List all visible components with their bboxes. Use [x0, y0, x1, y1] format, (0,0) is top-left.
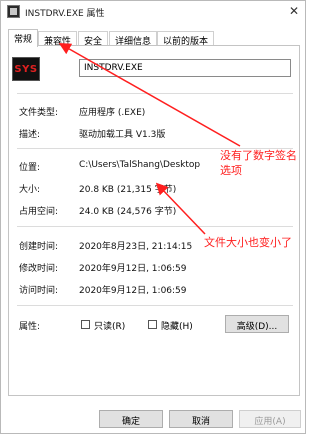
file-icon: SYS	[12, 57, 40, 81]
hidden-checkbox[interactable]	[148, 320, 157, 329]
annotation-size-note: 文件大小也变小了	[204, 236, 292, 249]
created-value: 2020年8月23日, 21:14:15	[79, 242, 193, 252]
readonly-label[interactable]: 只读(R)	[94, 319, 125, 332]
tab-strip: 常规 兼容性 安全 详细信息 以前的版本	[8, 29, 300, 47]
file-type-value: 应用程序 (.EXE)	[79, 108, 146, 118]
divider	[17, 93, 293, 94]
divider	[17, 305, 293, 306]
tab-general[interactable]: 常规	[8, 29, 39, 47]
close-icon[interactable]: ✕	[289, 4, 299, 18]
description-label: 描述:	[19, 130, 41, 140]
accessed-value: 2020年9月12日, 1:06:59	[79, 286, 187, 296]
file-icon-text: SYS	[14, 64, 38, 75]
advanced-button[interactable]: 高级(D)...	[225, 315, 289, 333]
hidden-label[interactable]: 隐藏(H)	[161, 319, 193, 332]
general-panel	[8, 45, 300, 396]
location-label: 位置:	[19, 163, 41, 173]
disk-size-value: 24.0 KB (24,576 字节)	[79, 207, 177, 217]
tab-compatibility[interactable]: 兼容性	[38, 31, 78, 47]
divider	[17, 226, 293, 227]
location-value: C:\Users\TalShang\Desktop	[79, 160, 201, 170]
cancel-button[interactable]: 取消	[169, 410, 233, 428]
size-label: 大小:	[19, 185, 41, 195]
tab-previous-versions[interactable]: 以前的版本	[157, 31, 215, 47]
modified-value: 2020年9月12日, 1:06:59	[79, 264, 187, 274]
created-label: 创建时间:	[19, 242, 59, 252]
file-name-field[interactable]: INSTDRV.EXE	[79, 59, 291, 77]
title-bar[interactable]: INSTDRV.EXE 属性 ✕	[1, 1, 305, 23]
properties-window: INSTDRV.EXE 属性 ✕ 常规 兼容性 安全 详细信息 以前的版本 SY…	[0, 0, 306, 434]
tab-details[interactable]: 详细信息	[109, 31, 158, 47]
annotation-signature-line2: 选项	[220, 164, 242, 177]
ok-button[interactable]: 确定	[99, 410, 163, 428]
description-value: 驱动加载工具 V1.3版	[79, 130, 166, 140]
apply-button[interactable]: 应用(A)	[239, 410, 301, 428]
readonly-checkbox[interactable]	[81, 320, 90, 329]
annotation-signature-line1: 没有了数字签名	[220, 149, 297, 162]
attributes-label: 属性:	[19, 322, 41, 332]
accessed-label: 访问时间:	[19, 286, 59, 296]
file-type-label: 文件类型:	[19, 108, 59, 118]
app-icon	[7, 5, 20, 18]
window-title: INSTDRV.EXE 属性	[25, 9, 105, 19]
modified-label: 修改时间:	[19, 264, 59, 274]
tab-security[interactable]: 安全	[78, 31, 109, 47]
disk-size-label: 占用空间:	[19, 207, 59, 217]
size-value: 20.8 KB (21,315 字节)	[79, 185, 177, 195]
